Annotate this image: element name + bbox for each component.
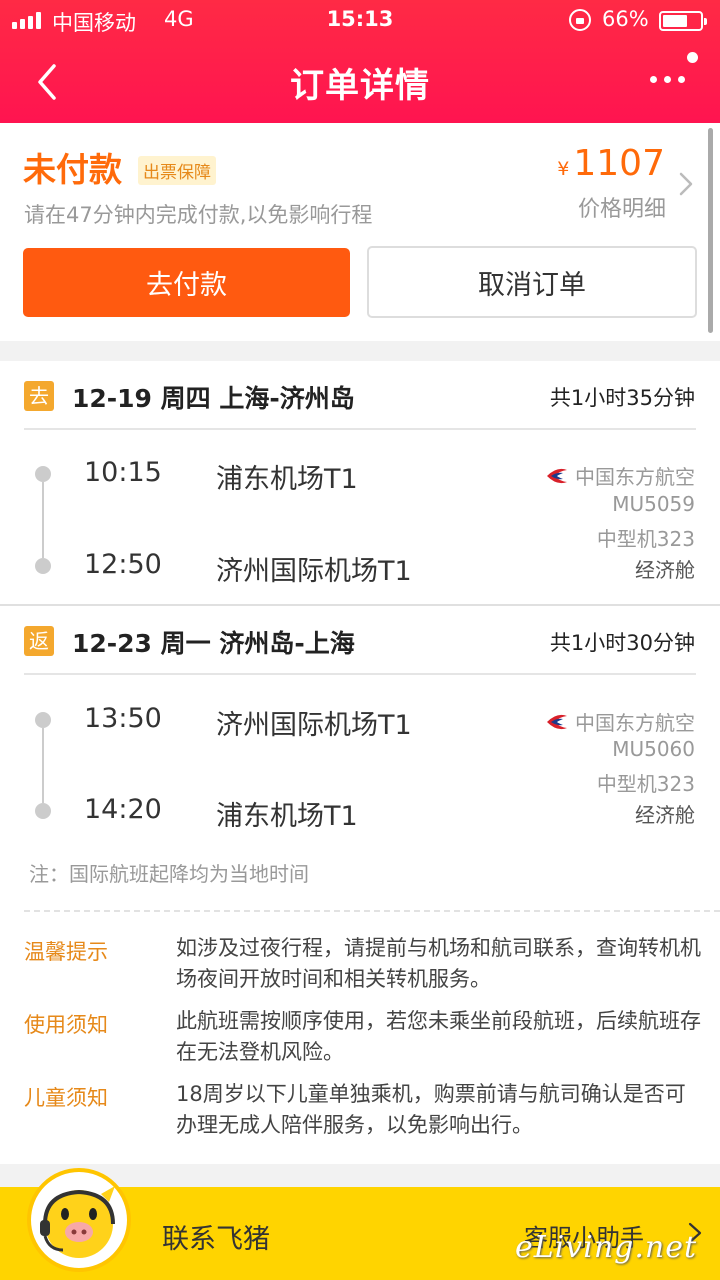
segment-header: 去 12-19 周四 上海-济州岛 共1小时35分钟 bbox=[0, 361, 720, 429]
notification-dot bbox=[687, 52, 698, 63]
rotation-lock-icon bbox=[569, 9, 591, 31]
header: 中国移动 4G 15:13 66% 订单详情 bbox=[0, 0, 720, 123]
guarantee-badge: 出票保障 bbox=[138, 156, 216, 185]
china-eastern-logo-icon bbox=[547, 468, 567, 483]
arrive-time: 14:20 bbox=[84, 794, 162, 825]
depart-time: 13:50 bbox=[84, 703, 162, 734]
segment-title: 12-19 周四 上海-济州岛 bbox=[72, 384, 355, 413]
divider bbox=[24, 673, 696, 675]
aircraft-type: 中型机323 bbox=[596, 772, 695, 796]
order-status: 未付款 bbox=[23, 150, 122, 189]
dashed-divider bbox=[24, 910, 720, 912]
battery-icon bbox=[659, 11, 707, 31]
tip-text: 如涉及过夜行程，请提前与机场和航司联系，查询转机机场夜间开放时间和相关转机服务。 bbox=[176, 936, 701, 991]
return-tag: 返 bbox=[24, 626, 54, 656]
divider bbox=[24, 428, 696, 430]
tip-label: 儿童须知 bbox=[24, 1086, 108, 1110]
more-button[interactable] bbox=[645, 52, 705, 102]
payment-deadline: 请在47分钟内完成付款,以免影响行程 bbox=[24, 203, 373, 227]
flight-details: 去 12-19 周四 上海-济州岛 共1小时35分钟 10:15 浦东机场T1 … bbox=[0, 361, 720, 1164]
cabin-class: 经济舱 bbox=[635, 558, 695, 582]
arrive-time: 12:50 bbox=[84, 549, 162, 580]
scrollbar[interactable] bbox=[708, 128, 713, 333]
pig-mascot-icon bbox=[40, 1186, 115, 1258]
china-eastern-logo-icon bbox=[547, 714, 567, 729]
tip-text: 此航班需按顺序使用，若您未乘坐前段航班，后续航班存在无法登机风险。 bbox=[176, 1009, 701, 1064]
price-amount: 1107 bbox=[573, 143, 665, 184]
payment-card: 未付款 出票保障 请在47分钟内完成付款,以免影响行程 ¥ 1107 价格明细 … bbox=[0, 123, 720, 341]
more-dots-icon bbox=[650, 76, 685, 83]
aircraft-type: 中型机323 bbox=[596, 527, 695, 551]
tip-label: 温馨提示 bbox=[24, 940, 108, 964]
timeline-dot bbox=[35, 803, 51, 819]
segment-duration: 共1小时30分钟 bbox=[549, 631, 695, 655]
arrive-airport: 济州国际机场T1 bbox=[216, 556, 412, 587]
tip-label: 使用须知 bbox=[24, 1013, 108, 1037]
arrive-airport: 浦东机场T1 bbox=[216, 801, 358, 832]
segment-title: 12-23 周一 济州岛-上海 bbox=[72, 629, 355, 658]
airline-name: 中国东方航空 bbox=[575, 711, 695, 735]
cancel-order-button[interactable]: 取消订单 bbox=[367, 246, 697, 318]
depart-time: 10:15 bbox=[84, 457, 162, 488]
airline: 中国东方航空 bbox=[545, 461, 695, 490]
flight-number: MU5059 bbox=[612, 492, 695, 516]
pay-button[interactable]: 去付款 bbox=[23, 248, 350, 317]
chevron-right-icon[interactable] bbox=[678, 171, 694, 197]
watermark: eLiving.net bbox=[515, 1230, 698, 1265]
status-bar: 中国移动 4G 15:13 66% bbox=[0, 0, 720, 40]
contact-fliggy-label[interactable]: 联系飞猪 bbox=[162, 1217, 270, 1256]
order-price[interactable]: ¥ 1107 bbox=[557, 143, 665, 184]
flight-number: MU5060 bbox=[612, 737, 695, 761]
local-time-note: 注：国际航班起降均为当地时间 bbox=[29, 862, 309, 886]
timeline-line bbox=[42, 728, 44, 803]
timeline-dot bbox=[35, 466, 51, 482]
battery-percent: 66% bbox=[602, 7, 649, 31]
airline: 中国东方航空 bbox=[545, 707, 695, 736]
timeline-dot bbox=[35, 558, 51, 574]
depart-airport: 浦东机场T1 bbox=[216, 464, 358, 495]
price-detail-link[interactable]: 价格明细 bbox=[578, 191, 666, 223]
airline-name: 中国东方航空 bbox=[575, 465, 695, 489]
page-title: 订单详情 bbox=[290, 66, 430, 106]
tip-text: 18周岁以下儿童单独乘机，购票前请与航司确认是否可办理无成人陪伴服务，以免影响出… bbox=[176, 1082, 686, 1137]
timeline-line bbox=[42, 482, 44, 558]
outbound-tag: 去 bbox=[24, 381, 54, 411]
cabin-class: 经济舱 bbox=[635, 803, 695, 827]
segment-duration: 共1小时35分钟 bbox=[549, 386, 695, 410]
fliggy-mascot-avatar[interactable] bbox=[27, 1168, 131, 1272]
segment-header: 返 12-23 周一 济州岛-上海 共1小时30分钟 bbox=[0, 606, 720, 674]
timeline-dot bbox=[35, 712, 51, 728]
depart-airport: 济州国际机场T1 bbox=[216, 710, 412, 741]
currency-symbol: ¥ bbox=[557, 158, 570, 180]
